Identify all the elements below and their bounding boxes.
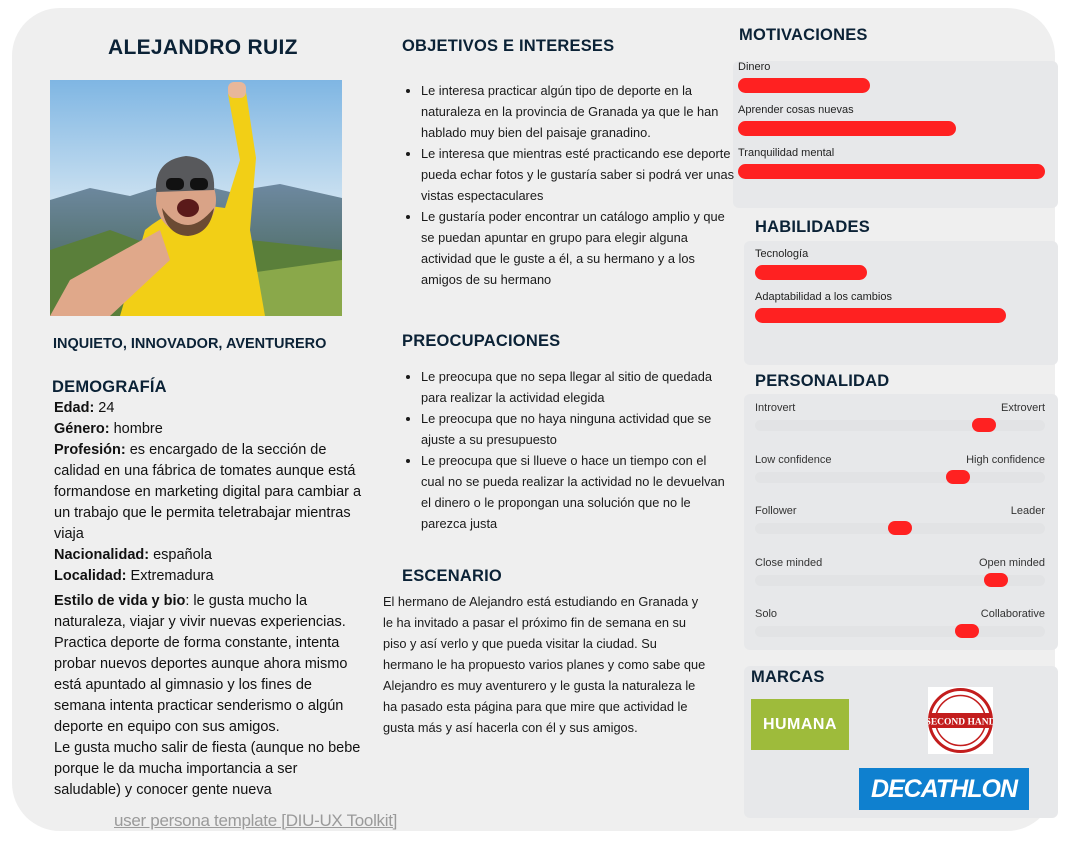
skill-bar bbox=[755, 265, 867, 280]
personality-title: PERSONALIDAD bbox=[755, 372, 890, 390]
lifestyle-label: Estilo de vida y bio bbox=[54, 593, 186, 609]
persona-photo bbox=[50, 80, 342, 316]
gender-value: hombre bbox=[109, 421, 163, 437]
location-value: Extremadura bbox=[126, 568, 214, 584]
concern-item: Le preocupa que si llueve o hace un tiem… bbox=[421, 450, 731, 534]
motivation-label: Tranquilidad mental bbox=[738, 147, 835, 159]
concerns-title: PREOCUPACIONES bbox=[402, 332, 561, 350]
goals-title: OBJETIVOS E INTERESES bbox=[402, 37, 615, 55]
personality-knob bbox=[972, 418, 996, 432]
brands-title: MARCAS bbox=[751, 668, 825, 686]
goal-item: Le interesa que mientras esté practicand… bbox=[421, 143, 739, 206]
personality-right-label: Extrovert bbox=[1000, 402, 1045, 414]
personality-track bbox=[755, 626, 1045, 637]
personality-left-label: Low confidence bbox=[755, 454, 832, 466]
lifestyle-value: : le gusta mucho la naturaleza, viajar y… bbox=[54, 593, 348, 735]
motivation-bar bbox=[738, 121, 956, 136]
second-hand-logo: SECOND HAND bbox=[926, 687, 996, 754]
decathlon-logo: DECATHLON bbox=[859, 768, 1029, 810]
location-label: Localidad: bbox=[54, 568, 127, 584]
personality-knob bbox=[946, 470, 970, 484]
motivations-title: MOTIVACIONES bbox=[739, 26, 868, 44]
concern-item: Le preocupa que no sepa llegar al sitio … bbox=[421, 366, 731, 408]
motivation-label: Aprender cosas nuevas bbox=[738, 104, 854, 116]
personality-right-label: High confidence bbox=[966, 454, 1045, 466]
personality-right-label: Collaborative bbox=[980, 608, 1045, 620]
scenario-text: El hermano de Alejandro está estudiando … bbox=[383, 594, 706, 735]
nationality-value: española bbox=[149, 547, 212, 563]
personality-knob bbox=[955, 624, 979, 638]
skill-label: Adaptabilidad a los cambios bbox=[755, 291, 892, 303]
age-value: 24 bbox=[94, 400, 115, 416]
motivation-bar bbox=[738, 78, 870, 93]
motivation-bar bbox=[738, 164, 1045, 179]
lifestyle-value-2: Le gusta mucho salir de fiesta (aunque n… bbox=[54, 740, 361, 798]
skills-title: HABILIDADES bbox=[755, 218, 870, 236]
personality-left-label: Solo bbox=[755, 608, 778, 620]
personality-track bbox=[755, 472, 1045, 483]
personality-left-label: Close minded bbox=[755, 557, 823, 569]
skill-bar bbox=[755, 308, 1006, 323]
personality-track bbox=[755, 420, 1045, 431]
profession-label: Profesión: bbox=[54, 442, 126, 458]
personality-right-label: Open minded bbox=[978, 557, 1045, 569]
concerns-list: Le preocupa que no sepa llegar al sitio … bbox=[401, 366, 731, 534]
personality-right-label: Leader bbox=[1010, 505, 1045, 517]
humana-logo: HUMANA bbox=[751, 699, 849, 750]
persona-photo-image bbox=[50, 80, 342, 316]
gender-label: Género: bbox=[54, 421, 110, 437]
demographics-title: DEMOGRAFÍA bbox=[52, 378, 167, 396]
skill-label: Tecnología bbox=[755, 248, 809, 260]
nationality-label: Nacionalidad: bbox=[54, 547, 150, 563]
scenario-title: ESCENARIO bbox=[402, 567, 502, 585]
persona-traits: INQUIETO, INNOVADOR, AVENTURERO bbox=[53, 336, 327, 352]
personality-knob bbox=[888, 521, 912, 535]
goal-item: Le gustaría poder encontrar un catálogo … bbox=[421, 206, 739, 290]
concern-item: Le preocupa que no haya ninguna activida… bbox=[421, 408, 731, 450]
persona-name: ALEJANDRO RUIZ bbox=[108, 36, 298, 59]
goals-list: Le interesa practicar algún tipo de depo… bbox=[401, 80, 739, 290]
motivation-label: Dinero bbox=[738, 61, 771, 73]
demographics-body: Edad: 24 Género: hombre Profesión: es en… bbox=[54, 398, 366, 801]
toolkit-link[interactable]: user persona template [DIU-UX Toolkit] bbox=[114, 811, 397, 831]
personality-left-label: Introvert bbox=[755, 402, 796, 414]
second-hand-text: SECOND HAND bbox=[928, 718, 993, 728]
goal-item: Le interesa practicar algún tipo de depo… bbox=[421, 80, 739, 143]
age-label: Edad: bbox=[54, 400, 95, 416]
second-hand-badge-icon: SECOND HAND bbox=[926, 688, 996, 753]
personality-knob bbox=[984, 573, 1008, 587]
personality-left-label: Follower bbox=[755, 505, 797, 517]
